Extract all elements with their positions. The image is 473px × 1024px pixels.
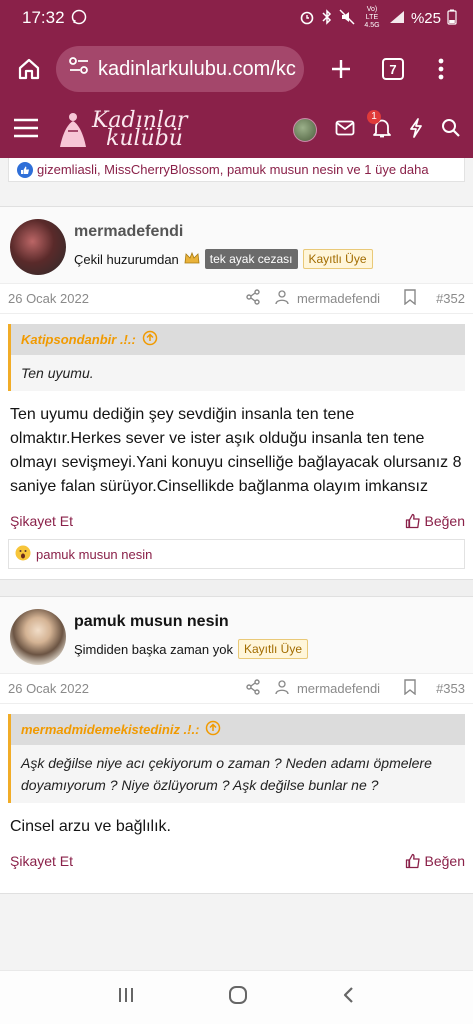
- post-date[interactable]: 26 Ocak 2022: [8, 681, 89, 696]
- user-badge-dark: tek ayak cezası: [204, 249, 298, 269]
- battery-text: %25: [410, 9, 441, 27]
- quote-author: Katipsondanbir .!.:: [21, 332, 136, 347]
- avatar[interactable]: [10, 219, 66, 275]
- logo-text-line2: kulübü: [106, 126, 183, 151]
- quote-text: Aşk değilse niye acı çekiyorum o zaman ?…: [21, 755, 432, 793]
- mail-icon[interactable]: [335, 120, 355, 141]
- signal-icon: [389, 10, 405, 26]
- lightning-icon[interactable]: [409, 117, 423, 143]
- post-reactions[interactable]: pamuk musun nesin: [8, 539, 465, 569]
- post-353: pamuk musun nesin Şimdiden başka zaman y…: [0, 596, 473, 894]
- post-message: Ten uyumu dediğin şey sevdiğin insanla t…: [10, 406, 462, 495]
- author-icon: [275, 289, 289, 308]
- home-nav-icon[interactable]: [227, 984, 249, 1011]
- post-separator: [0, 580, 473, 596]
- quote-header[interactable]: Katipsondanbir .!.:: [11, 324, 465, 355]
- avatar[interactable]: [10, 609, 66, 665]
- home-button[interactable]: [10, 50, 48, 88]
- username[interactable]: mermadefendi: [74, 223, 373, 241]
- post-352: mermadefendi Çekil huzurumdan tek ayak c…: [0, 206, 473, 580]
- bookmark-icon[interactable]: [404, 289, 416, 308]
- search-icon[interactable]: [441, 118, 461, 143]
- like-button[interactable]: Beğen: [405, 513, 465, 529]
- bookmark-icon[interactable]: [404, 679, 416, 698]
- post-user-block: pamuk musun nesin Şimdiden başka zaman y…: [0, 597, 473, 674]
- battery-icon: [447, 9, 457, 27]
- site-settings-icon[interactable]: [68, 56, 90, 82]
- more-options-icon[interactable]: [422, 50, 460, 88]
- new-tab-button[interactable]: [322, 50, 360, 88]
- alarm-icon: [299, 9, 315, 27]
- post-number[interactable]: #352: [436, 291, 465, 306]
- site-header: Kadınlar kulübü 1: [0, 102, 473, 158]
- thumbs-up-icon: [405, 853, 420, 869]
- user-badge-registered: Kayıtlı Üye: [237, 639, 309, 659]
- browser-toolbar: kadinlarkulubu.com/kc 7: [0, 36, 473, 102]
- thread-content: gizemliasli, MissCherryBlossom, pamuk mu…: [0, 158, 473, 970]
- reaction-user: pamuk musun nesin: [36, 546, 153, 562]
- username[interactable]: pamuk musun nesin: [74, 613, 308, 631]
- quote-header[interactable]: mermadmidemekistediniz .!.:: [11, 714, 465, 745]
- recent-apps-icon[interactable]: [116, 986, 136, 1009]
- mute-icon: [339, 9, 355, 27]
- quote-text: Ten uyumu.: [21, 365, 94, 381]
- report-button[interactable]: Şikayet Et: [10, 513, 73, 529]
- like-reaction-icon: [17, 161, 33, 178]
- crown-icon: [184, 251, 200, 268]
- user-badge-registered: Kayıtlı Üye: [302, 249, 373, 269]
- post-message: Cinsel arzu ve bağlılık.: [10, 818, 171, 835]
- quote-author: mermadmidemekistediniz .!.:: [21, 722, 200, 737]
- notification-badge: 1: [367, 109, 381, 124]
- previous-post-reactions[interactable]: gizemliasli, MissCherryBlossom, pamuk mu…: [8, 158, 465, 182]
- user-title: Şimdiden başka zaman yok: [74, 641, 233, 657]
- network-indicator: Vo) LTE 4.5G: [364, 6, 380, 29]
- wow-reaction-icon: [15, 545, 31, 564]
- post-meta: 26 Ocak 2022 mermadefendi #353: [0, 674, 473, 704]
- user-avatar[interactable]: [293, 118, 317, 142]
- post-number[interactable]: #353: [436, 681, 465, 696]
- post-actions: Şikayet Et Beğen: [0, 839, 473, 893]
- like-label: Beğen: [424, 853, 465, 869]
- report-button[interactable]: Şikayet Et: [10, 853, 73, 869]
- author-icon: [275, 679, 289, 698]
- share-icon[interactable]: [245, 679, 261, 698]
- user-title: Çekil huzurumdan: [74, 251, 179, 267]
- share-icon[interactable]: [245, 289, 261, 308]
- expand-quote-icon[interactable]: [142, 330, 158, 349]
- tab-count: 7: [382, 58, 404, 80]
- tab-switcher-button[interactable]: 7: [374, 50, 412, 88]
- whatsapp-icon: [71, 9, 87, 27]
- site-logo[interactable]: Kadınlar kulübü: [58, 110, 188, 151]
- post-user-block: mermadefendi Çekil huzurumdan tek ayak c…: [0, 207, 473, 284]
- post-actions: Şikayet Et Beğen: [0, 499, 473, 539]
- back-icon[interactable]: [341, 985, 357, 1010]
- address-bar[interactable]: kadinlarkulubu.com/kc: [56, 46, 304, 92]
- like-button[interactable]: Beğen: [405, 853, 465, 869]
- status-bar: 17:32 Vo) LTE 4.5G %25: [0, 0, 473, 36]
- quote-block: mermadmidemekistediniz .!.: Aşk değilse …: [8, 714, 465, 803]
- notifications-bell-icon[interactable]: 1: [367, 109, 391, 143]
- like-label: Beğen: [424, 513, 465, 529]
- system-navigation-bar: [0, 970, 473, 1024]
- quote-block: Katipsondanbir .!.: Ten uyumu.: [8, 324, 465, 391]
- logo-dress-icon: [60, 113, 86, 147]
- hamburger-menu-icon[interactable]: [12, 117, 40, 144]
- expand-quote-icon[interactable]: [205, 720, 221, 739]
- post-author[interactable]: mermadefendi: [297, 681, 380, 696]
- bluetooth-icon: [321, 9, 333, 27]
- post-author[interactable]: mermadefendi: [297, 291, 380, 306]
- clock: 17:32: [22, 8, 65, 27]
- post-meta: 26 Ocak 2022 mermadefendi #352: [0, 284, 473, 314]
- post-date[interactable]: 26 Ocak 2022: [8, 291, 89, 306]
- url-text: kadinlarkulubu.com/kc: [98, 57, 296, 80]
- reaction-users: gizemliasli, MissCherryBlossom, pamuk mu…: [37, 162, 429, 177]
- thumbs-up-icon: [405, 513, 420, 529]
